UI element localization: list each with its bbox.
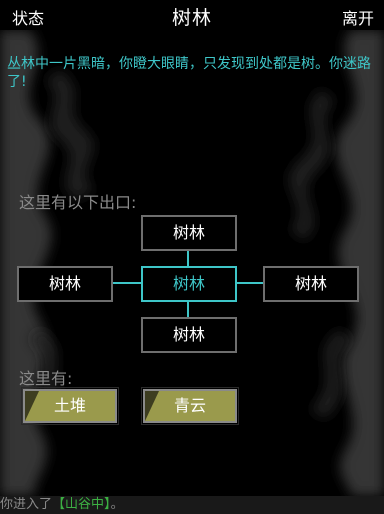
connector-south [187, 300, 189, 317]
smoke-decoration [0, 30, 384, 496]
objects-label: 这里有: [19, 369, 73, 388]
exit-center-current: 树林 [141, 266, 237, 302]
log-suffix: 。 [110, 497, 124, 512]
exit-west[interactable]: 树林 [17, 266, 113, 302]
exit-east[interactable]: 树林 [263, 266, 359, 302]
object-label: 土堆 [53, 396, 86, 415]
corner-decoration [145, 391, 159, 421]
corner-decoration [25, 391, 39, 421]
exit-south[interactable]: 树林 [141, 317, 237, 353]
leave-button[interactable]: 离开 [342, 5, 374, 29]
exits-label: 这里有以下出口: [19, 193, 137, 212]
smoke-background [0, 30, 384, 496]
top-bar: 状态 树林 离开 [0, 0, 384, 30]
object-button[interactable]: 青云 [141, 387, 239, 425]
object-button[interactable]: 土堆 [21, 387, 119, 425]
exit-north[interactable]: 树林 [141, 215, 237, 251]
room-description: 丛林中一片黑暗，你瞪大眼睛，只发现到处都是树。你迷路了! [7, 56, 371, 90]
connector-north [187, 249, 189, 266]
connector-west [111, 282, 141, 284]
message-log: 你进入了【山谷中】。 [0, 496, 384, 514]
object-label: 青云 [173, 396, 206, 415]
log-open-bracket: 【 [52, 497, 66, 512]
log-location[interactable]: 山谷中 [65, 497, 104, 512]
log-prefix: 你进入了 [0, 497, 53, 512]
connector-east [235, 282, 263, 284]
room-title: 树林 [171, 7, 212, 29]
